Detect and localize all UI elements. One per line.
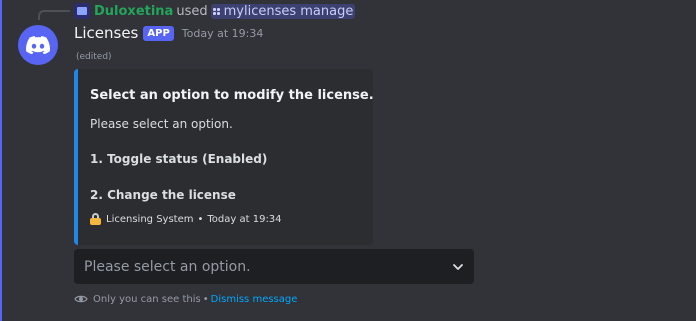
discord-logo-icon [26,36,50,54]
footer-separator: • [197,213,204,225]
slash-command-icon [212,7,220,15]
embed-footer-timestamp: Today at 19:34 [207,213,282,225]
embed-option-toggle-status: 1. Toggle status (Enabled) [90,152,268,166]
reply-spine [38,10,70,20]
embed-description: Please select an option. [90,117,233,131]
chevron-down-icon [453,263,463,270]
embed-footer-text: Licensing System [106,213,194,225]
ephemeral-separator: • [202,293,209,305]
embed-footer: Licensing System • Today at 19:34 [90,213,282,225]
bot-name[interactable]: Licenses [74,24,138,42]
reply-used-text: used [176,3,208,19]
bot-avatar[interactable] [18,25,58,65]
ephemeral-text: Only you can see this [93,293,201,305]
dismiss-message-link[interactable]: Dismiss message [211,294,298,305]
select-placeholder: Please select an option. [84,258,251,275]
embed-title: Select an option to modify the license. [90,88,374,103]
message-timestamp: Today at 19:34 [181,26,264,40]
option-select-menu[interactable]: Please select an option. [74,249,474,284]
reply-avatar[interactable] [74,3,90,19]
reply-username[interactable]: Duloxetina [94,4,173,19]
eye-icon [74,295,88,303]
message-header: Licenses APP Today at 19:34 [74,24,263,42]
edited-label: (edited) [76,52,112,62]
app-tag: APP [143,25,174,41]
command-reply-line: Duloxetina used mylicenses manage [74,2,356,20]
ephemeral-notice: Only you can see this • Dismiss message [74,292,297,306]
lock-icon [90,213,101,225]
command-name: mylicenses manage [223,3,354,19]
command-mention[interactable]: mylicenses manage [210,3,356,19]
embed-option-change-license: 2. Change the license [90,188,236,202]
message-area: Duloxetina used mylicenses manage Licens… [0,0,696,321]
license-embed: Select an option to modify the license. … [74,69,374,245]
